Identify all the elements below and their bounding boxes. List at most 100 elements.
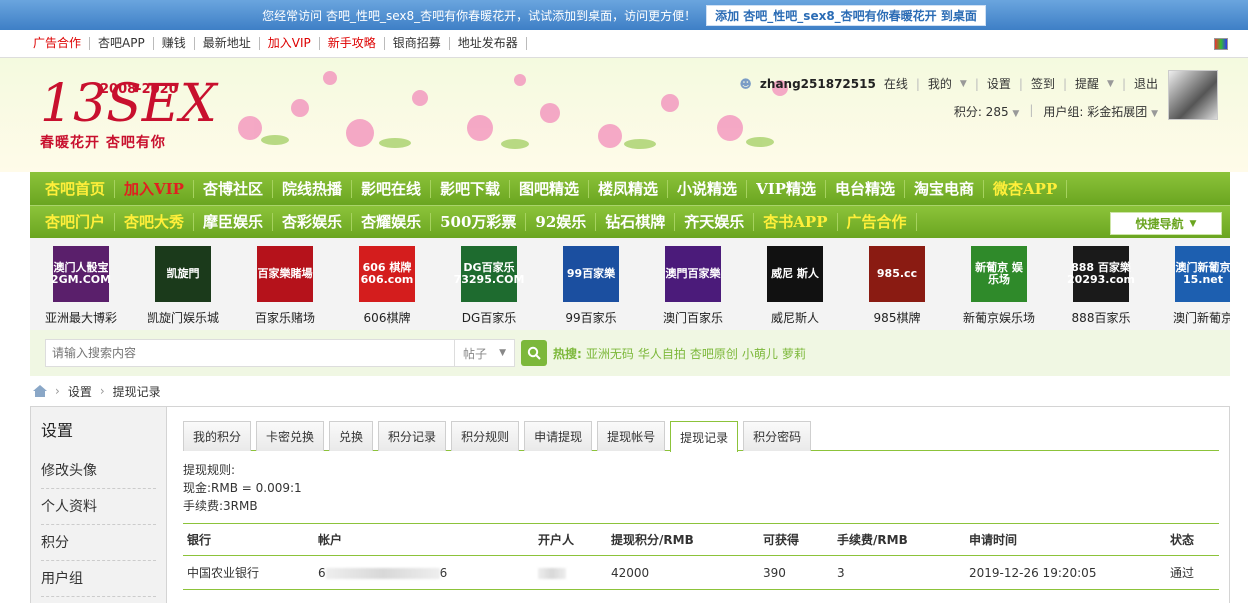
ad-tile[interactable]: 百家樂賭場 百家乐赌场	[234, 238, 336, 330]
home-icon[interactable]	[33, 385, 47, 397]
cell-fee: 3	[833, 555, 965, 590]
hot-search-term[interactable]: 亚洲无码	[586, 345, 634, 362]
chevron-down-icon: ▼	[1012, 109, 1020, 119]
nav-item-mochen[interactable]: 摩臣娱乐	[194, 213, 274, 231]
nav-item-radio[interactable]: 电台精选	[826, 179, 906, 198]
ad-image: 凯旋門	[155, 246, 211, 302]
ad-tile[interactable]: 985.cc 985棋牌	[846, 238, 948, 330]
ad-caption: 99百家乐	[565, 311, 617, 325]
ad-tile[interactable]: 威尼 斯人 威尼斯人	[744, 238, 846, 330]
sidebar-item-points[interactable]: 积分	[41, 525, 156, 561]
checkin-link[interactable]: 签到	[1031, 75, 1055, 92]
col-bank: 银行	[183, 523, 314, 556]
hot-search-term[interactable]: 小萌儿	[742, 345, 778, 362]
tab-withdraw-records[interactable]: 提现记录	[670, 421, 739, 452]
toplink-vip[interactable]: 加入VIP	[260, 37, 320, 50]
tab-apply-withdraw[interactable]: 申请提现	[524, 421, 593, 451]
skin-switch-icon[interactable]	[1214, 38, 1228, 50]
nav-item-xingyao[interactable]: 杏耀娱乐	[352, 213, 432, 231]
breadcrumb-settings[interactable]: 设置	[68, 383, 92, 400]
nav-item-lottery500[interactable]: 500万彩票	[431, 213, 527, 231]
ad-tile[interactable]: DG百家乐 73295.COM DG百家乐	[438, 238, 540, 330]
cell-bank: 中国农业银行	[183, 555, 314, 590]
username-link[interactable]: zhang251872515	[760, 77, 876, 91]
nav-item-live[interactable]: 杏吧大秀	[115, 213, 195, 231]
user-group-menu[interactable]: 用户组: 彩金拓展团	[1043, 105, 1147, 119]
nav-item-diamond[interactable]: 钻石棋牌	[596, 213, 676, 231]
nav-item-vip-picks[interactable]: VIP精选	[747, 179, 826, 198]
tab-points-log[interactable]: 积分记录	[378, 421, 447, 451]
points-menu[interactable]: 积分: 285	[954, 105, 1009, 119]
nav-item-online-video[interactable]: 影吧在线	[352, 179, 431, 198]
ad-tile[interactable]: 澳门人骰宝 2GM.COM 亚洲最大博彩	[30, 238, 132, 330]
quick-nav-dropdown[interactable]: 快捷导航 ▼	[1110, 212, 1222, 235]
avatar[interactable]	[1168, 70, 1218, 120]
redacted-account	[325, 567, 440, 579]
nav-item-taobao[interactable]: 淘宝电商	[905, 179, 985, 198]
ad-image: 新葡京 娱乐场	[971, 246, 1027, 302]
nav-item-vip[interactable]: 加入VIP	[115, 179, 194, 198]
nav-item-book-app[interactable]: 杏书APP	[754, 213, 838, 231]
search-type-label: 帖子	[463, 346, 488, 361]
toplink-ad[interactable]: 广告合作	[33, 37, 91, 50]
withdraw-rules: 提现规则: 现金:RMB = 0.009:1 手续费:3RMB	[183, 451, 1219, 515]
online-link[interactable]: 在线	[884, 75, 908, 92]
reminder-menu[interactable]: 提醒	[1075, 75, 1099, 92]
ad-tile[interactable]: 606 棋牌 606.com 606棋牌	[336, 238, 438, 330]
logo-years: 2008-2020	[100, 82, 178, 97]
nav-item-novels[interactable]: 小说精选	[668, 179, 748, 198]
tab-points-password[interactable]: 积分密码	[743, 421, 812, 451]
ad-tile[interactable]: 99百家樂 99百家乐	[540, 238, 642, 330]
sidebar-item-avatar[interactable]: 修改头像	[41, 453, 156, 489]
nav-item-ads[interactable]: 广告合作	[838, 213, 917, 231]
toplink-app[interactable]: 杏吧APP	[90, 37, 154, 50]
logout-link[interactable]: 退出	[1134, 75, 1158, 92]
nav-item-video-download[interactable]: 影吧下载	[431, 179, 511, 198]
toplink-newbie[interactable]: 新手攻略	[320, 37, 385, 50]
nav-item-qitian[interactable]: 齐天娱乐	[675, 213, 755, 231]
ad-tile[interactable]: 澳門百家樂 澳门百家乐	[642, 238, 744, 330]
hot-search-term[interactable]: 萝莉	[782, 345, 806, 362]
nav-item-cinema[interactable]: 院线热播	[273, 179, 352, 198]
search-button[interactable]	[521, 340, 547, 366]
tab-card-redeem[interactable]: 卡密兑换	[256, 421, 325, 451]
sidebar-item-usergroup[interactable]: 用户组	[41, 561, 156, 597]
tab-my-points[interactable]: 我的积分	[183, 421, 252, 451]
chevron-down-icon: ▼	[1107, 78, 1114, 89]
settings-link[interactable]: 设置	[987, 75, 1011, 92]
toplink-publisher[interactable]: 地址发布器	[450, 37, 527, 50]
ad-caption: 百家乐赌场	[254, 311, 315, 325]
ad-tile[interactable]: 凯旋門 凯旋门娱乐城	[132, 238, 234, 330]
add-to-desktop-button[interactable]: 添加 杏吧_性吧_sex8_杏吧有你春暖花开 到桌面	[706, 4, 986, 26]
ad-tile[interactable]: 888 百家樂 20293.com 888百家乐	[1050, 238, 1152, 330]
ad-tile[interactable]: 新葡京 娱乐场 新葡京娱乐场	[948, 238, 1050, 330]
nav-item-pictures[interactable]: 图吧精选	[510, 179, 590, 198]
nav-item-app[interactable]: 微杏APP	[984, 179, 1068, 198]
search-type-select[interactable]: 帖子 ▼	[454, 340, 514, 366]
my-menu[interactable]: 我的	[928, 75, 952, 92]
tab-points-rules[interactable]: 积分规则	[451, 421, 520, 451]
hot-search-term[interactable]: 华人自拍	[638, 345, 686, 362]
nav-item-loufeng[interactable]: 楼凤精选	[589, 179, 669, 198]
nav-item-92[interactable]: 92娱乐	[526, 213, 597, 231]
ad-image: 606 棋牌 606.com	[359, 246, 415, 302]
toplink-latest-address[interactable]: 最新地址	[195, 37, 260, 50]
user-icon: ☻	[739, 76, 752, 91]
nav-item-xingcai[interactable]: 杏彩娱乐	[273, 213, 353, 231]
toplink-recruit[interactable]: 银商招募	[385, 37, 450, 50]
tab-withdraw-account[interactable]: 提现帐号	[597, 421, 666, 451]
search-input[interactable]	[46, 340, 454, 366]
sidebar-item-profile[interactable]: 个人资料	[41, 489, 156, 525]
site-logo[interactable]: 13SEX 2008-2020 春暖花开 杏吧有你	[40, 78, 217, 152]
cell-holder	[534, 555, 607, 590]
nav-item-home[interactable]: 杏吧首页	[36, 179, 116, 198]
ad-tile[interactable]: 澳门新葡京 15.net 澳门新葡京	[1152, 238, 1230, 330]
tab-exchange[interactable]: 兑换	[329, 421, 374, 451]
cell-status: 通过	[1166, 555, 1219, 590]
nav-row-secondary: 杏吧门户 杏吧大秀 摩臣娱乐 杏彩娱乐 杏耀娱乐 500万彩票 92娱乐 钻石棋…	[30, 205, 1230, 238]
toplink-earn[interactable]: 赚钱	[154, 37, 195, 50]
hot-search-term[interactable]: 杏吧原创	[690, 345, 738, 362]
table-header-row: 银行 帐户 开户人 提现积分/RMB 可获得 手续费/RMB 申请时间 状态	[183, 523, 1219, 556]
nav-item-community[interactable]: 杏博社区	[194, 179, 273, 198]
nav-item-portal[interactable]: 杏吧门户	[36, 213, 116, 231]
